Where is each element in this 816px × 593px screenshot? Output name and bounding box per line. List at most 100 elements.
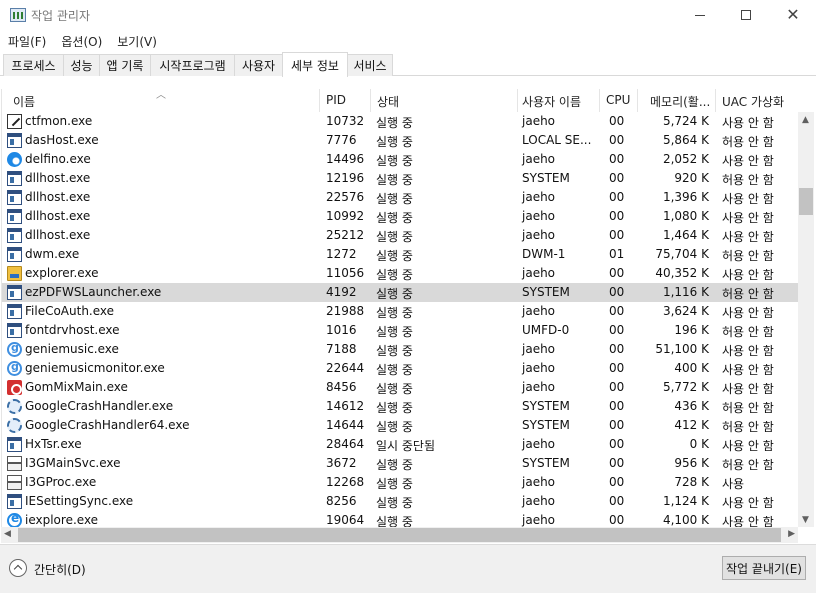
menu-view[interactable]: 보기(V) — [109, 30, 164, 50]
scroll-left-icon[interactable]: ◀ — [4, 529, 11, 539]
window-app-icon — [7, 437, 22, 452]
column-header-pid[interactable]: PID — [320, 89, 371, 112]
cell-pid: 7776 — [326, 133, 357, 147]
delfino-icon — [7, 152, 22, 167]
column-header-uac[interactable]: UAC 가상화 — [716, 89, 800, 112]
cell-uac: 사용 — [722, 477, 745, 491]
minimize-button[interactable] — [677, 0, 723, 30]
column-header-user[interactable]: 사용자 이름 — [518, 89, 600, 112]
cell-memory: 196 K — [674, 323, 709, 337]
cell-status: 실행 중 — [376, 116, 413, 130]
table-row[interactable]: dllhost.exe 10992 실행 중 jaeho 00 1,080 K 사용 안 함 — [2, 207, 800, 226]
cell-cpu: 00 — [609, 513, 625, 527]
cell-user: DWM-1 — [522, 247, 566, 261]
cell-uac: 사용 안 함 — [722, 382, 774, 396]
cell-status: 실행 중 — [376, 420, 413, 434]
table-row[interactable]: ezPDFWSLauncher.exe 4192 실행 중 SYSTEM 00 1,116… — [2, 283, 800, 302]
table-row[interactable]: explorer.exe 11056 실행 중 jaeho 00 40,352 K 사용 안… — [2, 264, 800, 283]
cell-memory: 1,116 K — [662, 285, 709, 299]
table-row[interactable]: dllhost.exe 12196 실행 중 SYSTEM 00 920 K 허용 안 함 — [2, 169, 800, 188]
column-header-cpu[interactable]: CPU — [600, 89, 638, 112]
cell-pid: 7188 — [326, 342, 357, 356]
table-row[interactable]: dllhost.exe 25212 실행 중 jaeho 00 1,464 K 사용 안 함 — [2, 226, 800, 245]
gear-icon — [7, 399, 22, 414]
task-manager-icon — [10, 8, 26, 22]
horizontal-scroll-thumb[interactable] — [18, 528, 781, 542]
table-row[interactable]: ctfmon.exe 10732 실행 중 jaeho 00 5,724 K 사용 안 함 — [2, 112, 800, 131]
collapse-icon[interactable] — [9, 559, 27, 577]
tab-processes[interactable]: 프로세스 — [3, 54, 64, 76]
tab-performance[interactable]: 성능 — [63, 54, 100, 76]
table-row[interactable]: GoogleCrashHandler64.exe 14644 실행 중 SYSTEM 0… — [2, 416, 800, 435]
cell-pid: 3672 — [326, 456, 357, 470]
table-row[interactable]: dwm.exe 1272 실행 중 DWM-1 01 75,704 K 허용 안 함 — [2, 245, 800, 264]
vertical-scrollbar[interactable]: ▲ ▼ — [798, 112, 814, 527]
table-row[interactable]: fontdrvhost.exe 1016 실행 중 UMFD-0 00 196 K 허용 안… — [2, 321, 800, 340]
cell-pid: 22644 — [326, 361, 365, 375]
tab-details[interactable]: 세부 정보 — [282, 52, 348, 77]
table-row[interactable]: iexplore.exe 19064 실행 중 jaeho 00 4,100 K 사용 안 … — [2, 511, 800, 527]
table-row[interactable]: I3GProc.exe 12268 실행 중 jaeho 00 728 K 사용 — [2, 473, 800, 492]
gear-icon — [7, 418, 22, 433]
column-header-status[interactable]: 상태 — [371, 89, 518, 112]
genie-icon — [7, 360, 22, 376]
cell-status: 실행 중 — [376, 192, 413, 206]
window-app-icon — [7, 190, 22, 205]
maximize-icon — [741, 10, 751, 20]
table-row[interactable]: dllhost.exe 22576 실행 중 jaeho 00 1,396 K 사용 안 함 — [2, 188, 800, 207]
cell-user: jaeho — [522, 209, 556, 223]
horizontal-scrollbar[interactable]: ◀ ▶ — [1, 527, 798, 543]
table-row[interactable]: delfino.exe 14496 실행 중 jaeho 00 2,052 K 사용 안 함 — [2, 150, 800, 169]
cell-memory: 920 K — [674, 171, 709, 185]
maximize-button[interactable] — [723, 0, 769, 30]
close-button[interactable]: ✕ — [770, 0, 816, 30]
cell-user: jaeho — [522, 475, 556, 489]
menu-file[interactable]: 파일(F) — [0, 30, 53, 50]
table-row[interactable]: dasHost.exe 7776 실행 중 LOCAL SE... 00 5,864 K 허… — [2, 131, 800, 150]
window-app-icon — [7, 323, 22, 338]
tab-startup[interactable]: 시작프로그램 — [150, 54, 235, 76]
menu-options[interactable]: 옵션(O) — [53, 30, 109, 50]
column-header-name[interactable]: 이름 ︿ — [2, 89, 320, 112]
cell-name: geniemusic.exe — [25, 342, 119, 356]
table-row[interactable]: FileCoAuth.exe 21988 실행 중 jaeho 00 3,624 K 사용 … — [2, 302, 800, 321]
cell-memory: 5,724 K — [662, 114, 709, 128]
cell-pid: 22576 — [326, 190, 365, 204]
end-task-button[interactable]: 작업 끝내기(E) — [722, 556, 806, 580]
scroll-up-icon[interactable]: ▲ — [802, 115, 809, 125]
minimize-icon — [695, 14, 705, 16]
table-row[interactable]: HxTsr.exe 28464 일시 중단됨 jaeho 00 0 K 사용 안 함 — [2, 435, 800, 454]
cell-name: iexplore.exe — [25, 513, 99, 527]
tab-strip: 프로세스 성능 앱 기록 시작프로그램 사용자 세부 정보 서비스 — [0, 52, 816, 77]
tab-app-history[interactable]: 앱 기록 — [99, 54, 151, 76]
cell-pid: 11056 — [326, 266, 365, 280]
cell-uac: 사용 안 함 — [722, 344, 774, 358]
cell-cpu: 00 — [609, 437, 625, 451]
cell-pid: 1272 — [326, 247, 357, 261]
window-app-icon — [7, 494, 22, 509]
vertical-scroll-thumb[interactable] — [799, 188, 813, 215]
table-row[interactable]: GomMixMain.exe 8456 실행 중 jaeho 00 5,772 K 사용 안… — [2, 378, 800, 397]
cell-memory: 51,100 K — [655, 342, 709, 356]
cell-name: GoogleCrashHandler64.exe — [25, 418, 190, 432]
table-row[interactable]: GoogleCrashHandler.exe 14612 실행 중 SYSTEM 00 4… — [2, 397, 800, 416]
fewer-details-link[interactable]: 간단히(D) — [34, 561, 86, 578]
table-row[interactable]: geniemusicmonitor.exe 22644 실행 중 jaeho 00 400… — [2, 359, 800, 378]
column-header-memory[interactable]: 메모리(활... — [638, 89, 716, 112]
cell-uac: 사용 안 함 — [722, 363, 774, 377]
table-row[interactable]: I3GMainSvc.exe 3672 실행 중 SYSTEM 00 956 K 허용 안 … — [2, 454, 800, 473]
tab-users[interactable]: 사용자 — [234, 54, 283, 76]
cell-user: LOCAL SE... — [522, 133, 592, 147]
cell-pid: 4192 — [326, 285, 357, 299]
cell-pid: 21988 — [326, 304, 365, 318]
table-row[interactable]: IESettingSync.exe 8256 실행 중 jaeho 00 1,124 K 사… — [2, 492, 800, 511]
scroll-right-icon[interactable]: ▶ — [788, 529, 795, 539]
table-row[interactable]: geniemusic.exe 7188 실행 중 jaeho 00 51,100 K 사용 … — [2, 340, 800, 359]
scroll-down-icon[interactable]: ▼ — [802, 515, 809, 525]
tab-services[interactable]: 서비스 — [347, 54, 393, 76]
cell-memory: 400 K — [674, 361, 709, 375]
i3g-icon — [7, 475, 22, 490]
cell-uac: 사용 안 함 — [722, 515, 774, 527]
cell-cpu: 00 — [609, 190, 625, 204]
cell-uac: 사용 안 함 — [722, 496, 774, 510]
